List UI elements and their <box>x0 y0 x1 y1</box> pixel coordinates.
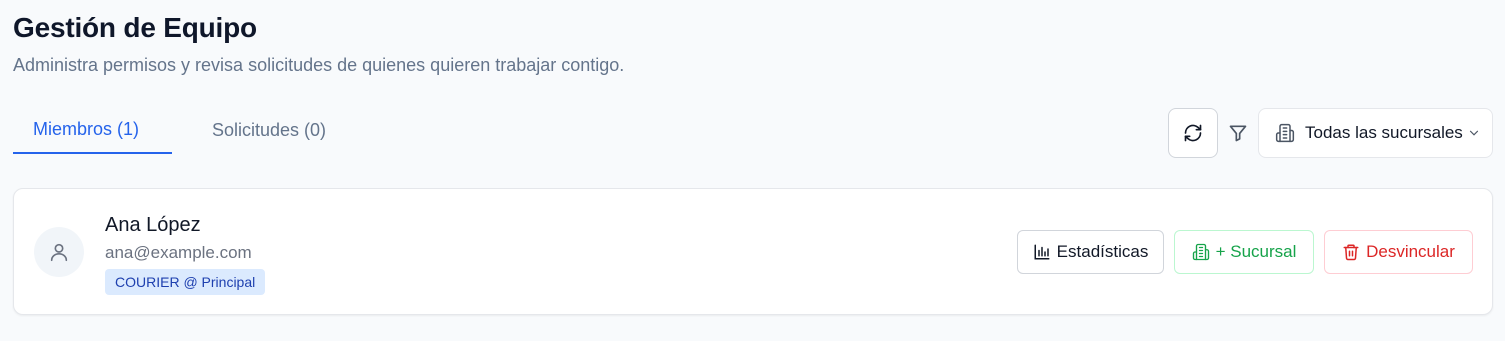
stats-button[interactable]: Estadísticas <box>1017 230 1164 274</box>
avatar <box>34 227 84 277</box>
branch-filter-value: Todas las sucursales <box>1305 123 1463 142</box>
unlink-button[interactable]: Desvincular <box>1324 230 1473 274</box>
add-branch-button-label: + Sucursal <box>1215 242 1297 261</box>
page-subtitle: Administra permisos y revisa solicitudes… <box>13 55 625 75</box>
member-card: Ana López ana@example.com COURIER @ Prin… <box>13 188 1493 315</box>
member-email: ana@example.com <box>105 243 252 262</box>
role-badge: COURIER @ Principal <box>105 269 266 295</box>
building-icon <box>1275 123 1295 143</box>
user-icon <box>50 243 68 262</box>
page-title: Gestión de Equipo <box>13 12 257 43</box>
branch-filter-select[interactable]: Todas las sucursales <box>1258 108 1493 158</box>
add-branch-button[interactable]: + Sucursal <box>1174 230 1314 274</box>
stats-button-label: Estadísticas <box>1056 242 1149 261</box>
bar-chart-icon <box>1034 244 1050 260</box>
refresh-button[interactable] <box>1168 108 1218 158</box>
tabs-bar: Miembros (1) Solicitudes (0) <box>13 106 346 154</box>
member-name: Ana López <box>105 214 201 236</box>
chevron-down-icon <box>1469 130 1478 136</box>
tab-members[interactable]: Miembros (1) <box>13 106 172 154</box>
filter-icon[interactable] <box>1228 123 1248 143</box>
unlink-button-label: Desvincular <box>1366 242 1455 261</box>
building-icon <box>1192 243 1209 261</box>
tab-requests[interactable]: Solicitudes (0) <box>172 106 346 154</box>
trash-icon <box>1343 244 1359 261</box>
refresh-icon <box>1184 124 1202 142</box>
